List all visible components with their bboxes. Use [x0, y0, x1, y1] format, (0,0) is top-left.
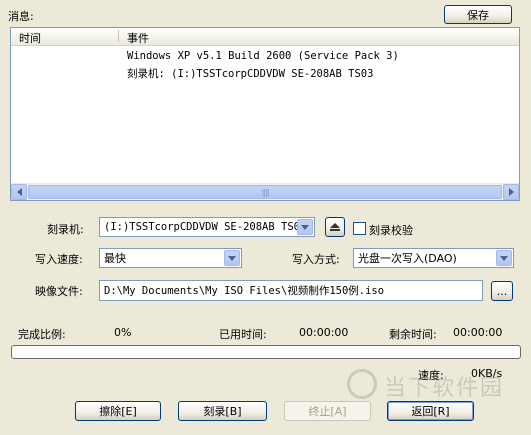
- column-header-event[interactable]: 事件: [127, 30, 149, 46]
- scroll-right-arrow[interactable]: [503, 184, 519, 200]
- eject-button[interactable]: [325, 217, 345, 237]
- message-list-header: 时间 事件: [11, 28, 519, 46]
- chevron-down-icon[interactable]: [496, 250, 512, 266]
- image-file-input[interactable]: D:\My Documents\My ISO Files\视频制作150例.is…: [99, 280, 483, 301]
- chevron-left-icon: [16, 188, 22, 196]
- image-file-label: 映像文件:: [35, 285, 83, 298]
- scroll-left-arrow[interactable]: [11, 184, 27, 200]
- chevron-down-icon[interactable]: [224, 250, 240, 266]
- burner-label: 刻录机:: [47, 223, 84, 236]
- horizontal-scrollbar[interactable]: ||||: [11, 183, 519, 200]
- burner-select[interactable]: (I:)TSSTcorpCDDVDW SE-208AB TS03: [99, 217, 315, 237]
- eject-icon: [330, 223, 340, 231]
- speed-select[interactable]: 最快: [99, 248, 242, 268]
- burn-button[interactable]: 刻录[B]: [178, 401, 267, 421]
- method-select-value: 光盘一次写入(DAO): [358, 252, 457, 265]
- remaining-label: 剩余时间:: [389, 328, 437, 341]
- method-select[interactable]: 光盘一次写入(DAO): [353, 248, 514, 268]
- message-list: 时间 事件 Windows XP v5.1 Build 2600 (Servic…: [10, 27, 520, 201]
- save-button[interactable]: 保存: [444, 5, 512, 24]
- watermark-text: 当下软件园: [384, 376, 505, 401]
- speed-select-value: 最快: [104, 252, 126, 265]
- elapsed-label: 已用时间:: [219, 328, 267, 341]
- elapsed-value: 00:00:00: [299, 326, 349, 339]
- chevron-down-icon[interactable]: [297, 219, 313, 235]
- list-item: 刻录机: (I:)TSSTcorpCDDVDW SE-208AB TS03: [127, 68, 374, 80]
- method-label: 写入方式:: [292, 253, 340, 266]
- chevron-right-icon: [508, 188, 514, 196]
- stop-button[interactable]: 终止[A]: [284, 401, 371, 421]
- column-header-time[interactable]: 时间: [19, 30, 41, 46]
- browse-button[interactable]: ...: [491, 281, 513, 301]
- progress-bar: [11, 345, 521, 359]
- remaining-value: 00:00:00: [453, 326, 503, 339]
- back-button[interactable]: 返回[R]: [387, 401, 474, 421]
- erase-button[interactable]: 擦除[E]: [75, 401, 161, 421]
- burner-select-value: (I:)TSSTcorpCDDVDW SE-208AB TS03: [104, 221, 307, 233]
- percent-label: 完成比例:: [18, 328, 66, 341]
- speed-label: 写入速度:: [35, 253, 83, 266]
- messages-label: 消息:: [8, 10, 34, 23]
- grip-icon: ||||: [261, 187, 270, 197]
- watermark-logo-icon: [347, 369, 377, 399]
- percent-value: 0%: [114, 326, 132, 339]
- scroll-thumb[interactable]: ||||: [28, 185, 502, 199]
- list-item: Windows XP v5.1 Build 2600 (Service Pack…: [127, 50, 399, 62]
- column-divider[interactable]: [118, 30, 119, 42]
- verify-label[interactable]: 刻录校验: [369, 222, 413, 238]
- verify-checkbox[interactable]: [353, 222, 366, 235]
